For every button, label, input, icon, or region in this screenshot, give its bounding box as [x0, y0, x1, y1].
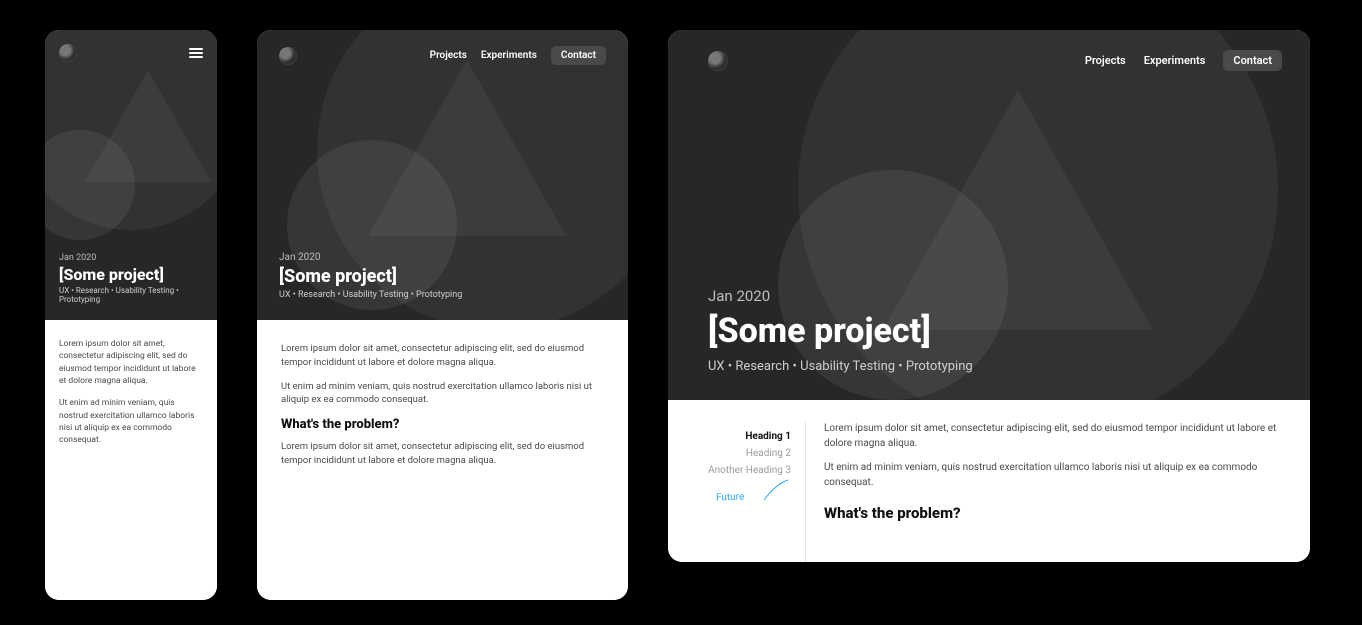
project-title: [Some project]: [59, 265, 203, 284]
paragraph: Lorem ipsum dolor sit amet, consectetur …: [824, 422, 1282, 451]
project-tags: UX • Research • Usability Testing • Prot…: [279, 290, 614, 300]
future-annotation: Future: [716, 492, 745, 504]
logo-icon[interactable]: [279, 47, 297, 65]
nav: Projects Experiments Contact: [1085, 50, 1282, 71]
table-of-contents: Heading 1 Heading 2 Another Heading 3 Fu…: [686, 422, 806, 562]
nav-experiments[interactable]: Experiments: [1144, 54, 1206, 67]
content: Lorem ipsum dolor sit amet, consectetur …: [257, 320, 628, 600]
hamburger-icon[interactable]: [189, 48, 203, 58]
shape-triangle: [368, 60, 566, 236]
project-date: Jan 2020: [708, 287, 1296, 305]
subheading: What's the problem?: [281, 417, 604, 432]
paragraph: Ut enim ad minim veniam, quis nostrud ex…: [59, 397, 203, 446]
mobile-frame: Jan 2020 [Some project] UX • Research • …: [45, 30, 217, 600]
paragraph: Lorem ipsum dolor sit amet, consectetur …: [281, 342, 604, 370]
main-column: Lorem ipsum dolor sit amet, consectetur …: [824, 422, 1282, 562]
topbar: [59, 44, 203, 62]
shape-circle-small: [45, 130, 135, 240]
hero: Projects Experiments Contact Jan 2020 [S…: [257, 30, 628, 320]
content: Lorem ipsum dolor sit amet, consectetur …: [45, 320, 217, 600]
nav-projects[interactable]: Projects: [1085, 54, 1126, 67]
hero: Jan 2020 [Some project] UX • Research • …: [45, 30, 217, 320]
paragraph: Lorem ipsum dolor sit amet, consectetur …: [59, 338, 203, 387]
toc-item[interactable]: Another Heading 3: [686, 462, 791, 479]
topbar: Projects Experiments Contact: [708, 50, 1282, 71]
nav-contact[interactable]: Contact: [551, 46, 606, 65]
toc-item[interactable]: Heading 2: [686, 445, 791, 462]
desktop-frame: Projects Experiments Contact Jan 2020 [S…: [668, 30, 1310, 562]
project-tags: UX • Research • Usability Testing • Prot…: [59, 286, 203, 304]
logo-icon[interactable]: [59, 44, 77, 62]
project-date: Jan 2020: [59, 253, 203, 263]
paragraph: Ut enim ad minim veniam, quis nostrud ex…: [824, 461, 1282, 490]
hero-text: Jan 2020 [Some project] UX • Research • …: [59, 253, 203, 304]
paragraph: Lorem ipsum dolor sit amet, consectetur …: [281, 440, 604, 468]
nav: Projects Experiments Contact: [430, 46, 606, 65]
toc-item[interactable]: Heading 1: [686, 428, 791, 445]
subheading: What's the problem?: [824, 504, 1282, 522]
logo-icon[interactable]: [708, 51, 728, 71]
topbar: Projects Experiments Contact: [279, 46, 606, 65]
hero-text: Jan 2020 [Some project] UX • Research • …: [708, 287, 1296, 374]
content: Heading 1 Heading 2 Another Heading 3 Fu…: [668, 400, 1310, 562]
paragraph: Ut enim ad minim veniam, quis nostrud ex…: [281, 380, 604, 408]
tablet-frame: Projects Experiments Contact Jan 2020 [S…: [257, 30, 628, 600]
nav-contact[interactable]: Contact: [1223, 50, 1282, 71]
hero: Projects Experiments Contact Jan 2020 [S…: [668, 30, 1310, 400]
project-date: Jan 2020: [279, 252, 614, 263]
project-title: [Some project]: [708, 311, 1296, 351]
nav-experiments[interactable]: Experiments: [481, 50, 537, 61]
shape-triangle: [85, 70, 211, 182]
hero-text: Jan 2020 [Some project] UX • Research • …: [279, 252, 614, 300]
annotation-line-icon: [762, 478, 790, 502]
project-tags: UX • Research • Usability Testing • Prot…: [708, 359, 1296, 374]
nav-projects[interactable]: Projects: [430, 50, 467, 61]
project-title: [Some project]: [279, 266, 614, 287]
